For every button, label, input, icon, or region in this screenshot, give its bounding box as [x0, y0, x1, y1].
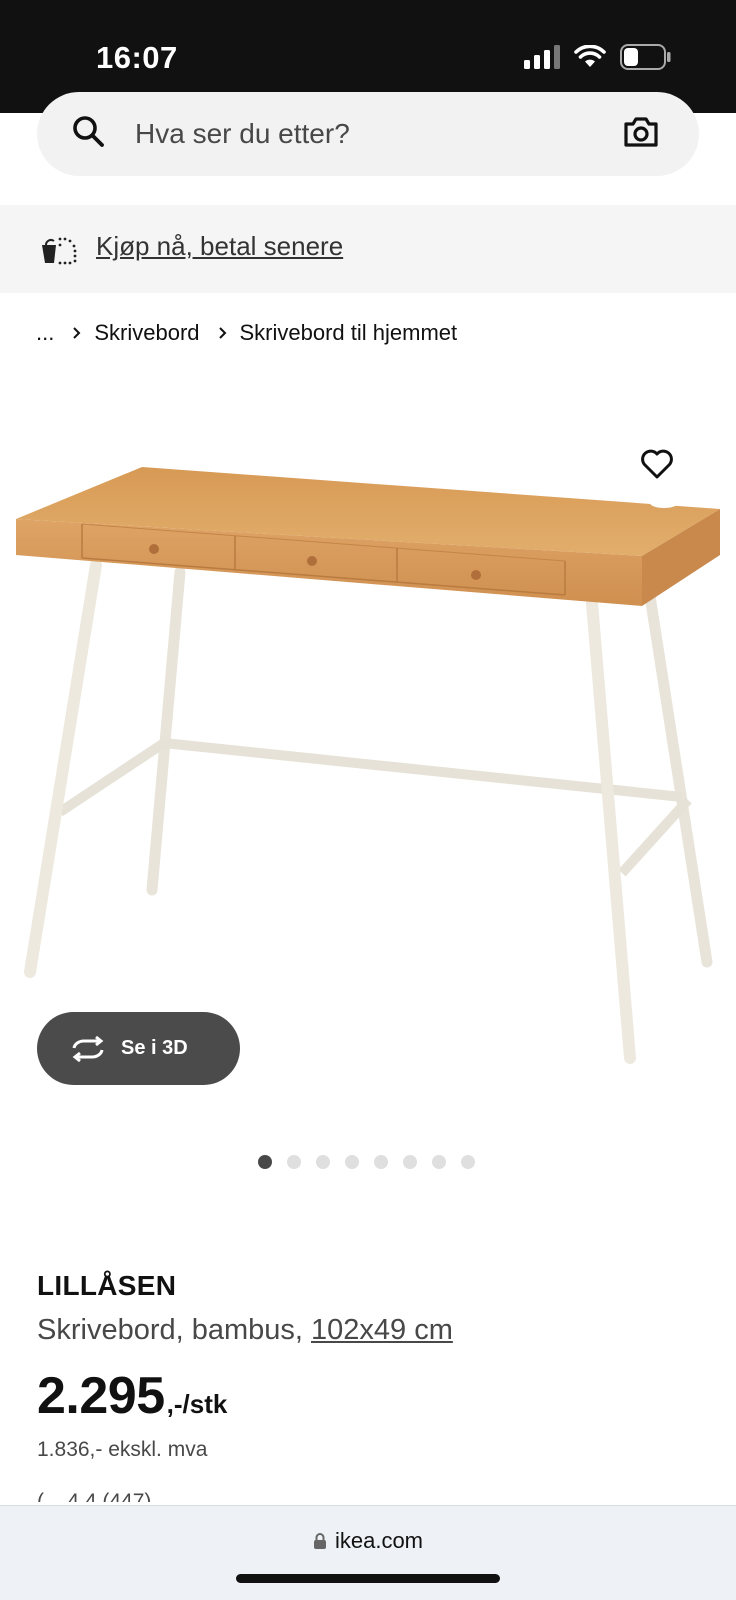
- product-type: Skrivebord, bambus,: [37, 1314, 312, 1346]
- carousel-dot[interactable]: [461, 1155, 475, 1169]
- promo-banner: Kjøp nå, betal senere: [0, 205, 736, 293]
- carousel-dot[interactable]: [316, 1155, 330, 1169]
- carousel-dot[interactable]: [432, 1155, 446, 1169]
- home-indicator: [236, 1574, 500, 1583]
- shopping-bag-icon: [42, 237, 77, 265]
- product-size-link[interactable]: 102x49 cm: [311, 1314, 453, 1346]
- battery-icon: [620, 44, 671, 70]
- product-description: Skrivebord, bambus, 102x49 cm: [37, 1314, 453, 1347]
- search-bar[interactable]: [37, 92, 699, 176]
- product-name: LILLÅSEN: [37, 1270, 177, 1301]
- search-icon[interactable]: [71, 114, 105, 148]
- product-price: 2.295 ,-/stk: [37, 1366, 227, 1426]
- rotate-3d-icon: [72, 1035, 104, 1062]
- cellular-signal-icon: [524, 45, 560, 69]
- product-image[interactable]: [0, 440, 736, 1080]
- breadcrumb-item-home-desks[interactable]: Skrivebord til hjemmet: [240, 320, 458, 346]
- price-unit: ,-/stk: [166, 1389, 228, 1419]
- domain-text: ikea.com: [334, 1528, 424, 1553]
- browser-address-bar[interactable]: ikea.com: [0, 1505, 736, 1600]
- carousel-dot[interactable]: [345, 1155, 359, 1169]
- search-input[interactable]: [135, 114, 595, 154]
- breadcrumb: ... Skrivebord Skrivebord til hjemmet: [36, 320, 457, 346]
- chevron-right-icon: [73, 327, 81, 339]
- wifi-icon: [574, 45, 606, 67]
- view-in-3d-label: Se i 3D: [121, 1037, 188, 1059]
- status-time: 16:07: [96, 40, 178, 75]
- address-domain[interactable]: ikea.com: [0, 1528, 736, 1554]
- image-carousel-dots: [258, 1155, 475, 1169]
- price-amount: 2.295: [37, 1367, 165, 1425]
- carousel-dot[interactable]: [287, 1155, 301, 1169]
- status-icons: [524, 44, 672, 70]
- heart-icon[interactable]: [640, 448, 674, 480]
- price-excluding-vat: 1.836,- ekskl. mva: [37, 1438, 208, 1461]
- camera-icon[interactable]: [623, 116, 659, 148]
- lock-icon: [313, 1533, 326, 1549]
- breadcrumb-item-skrivebord[interactable]: Skrivebord: [94, 320, 199, 346]
- carousel-dot[interactable]: [374, 1155, 388, 1169]
- rating-line-cutoff: (... 4,4 (447) ...: [37, 1490, 175, 1502]
- carousel-dot[interactable]: [258, 1155, 272, 1169]
- view-in-3d-button[interactable]: Se i 3D: [37, 1012, 240, 1085]
- buy-now-pay-later-link[interactable]: Kjøp nå, betal senere: [96, 231, 343, 262]
- breadcrumb-ellipsis[interactable]: ...: [36, 320, 54, 346]
- chevron-right-icon: [218, 327, 226, 339]
- carousel-dot[interactable]: [403, 1155, 417, 1169]
